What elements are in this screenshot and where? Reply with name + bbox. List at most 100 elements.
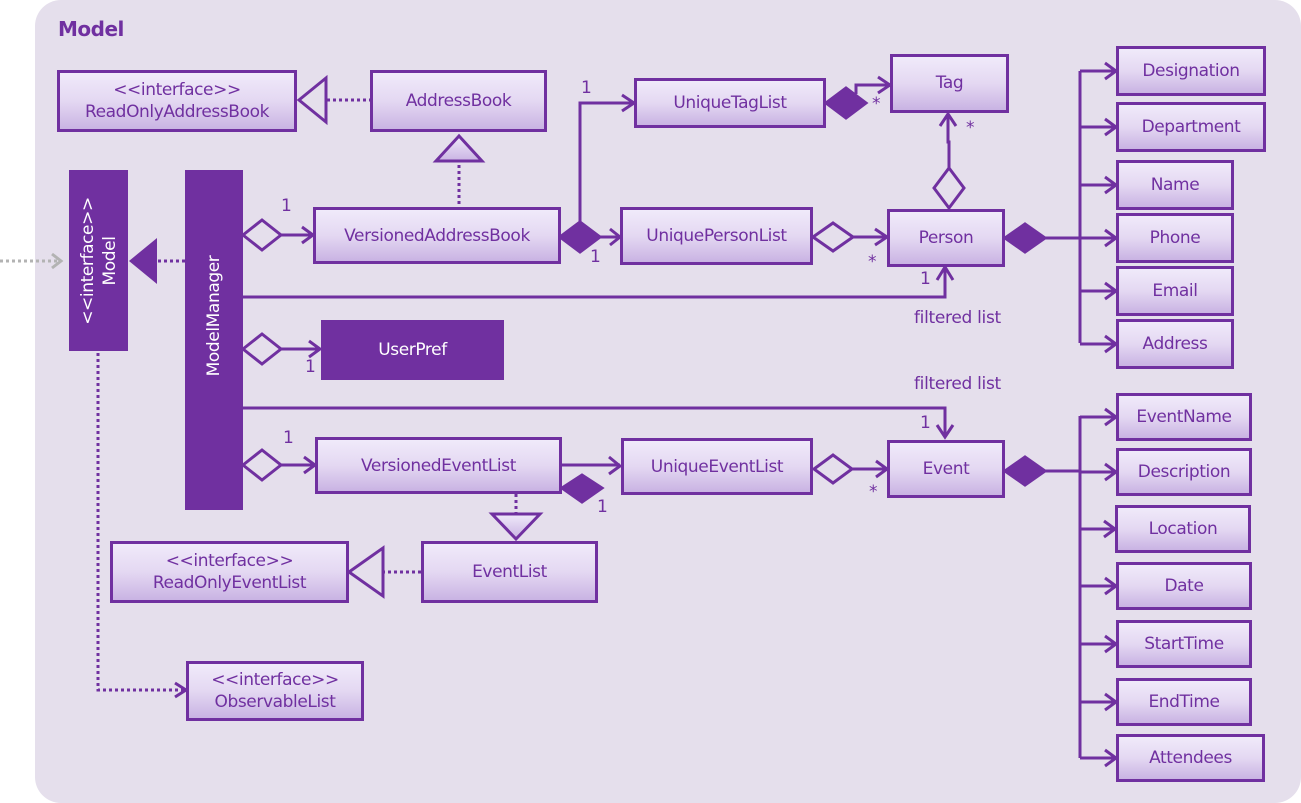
aggregation-diamond-icon bbox=[240, 332, 284, 366]
class-address-book[interactable]: AddressBook bbox=[370, 70, 547, 132]
multiplicity: 1 bbox=[597, 497, 608, 517]
attribute-arrow bbox=[1080, 175, 1119, 195]
realization-triangle-icon bbox=[346, 545, 385, 599]
attribute-arrow bbox=[1080, 634, 1119, 654]
class-name: Event bbox=[922, 459, 970, 479]
multiplicity: 1 bbox=[920, 413, 931, 433]
realization-triangle-icon bbox=[296, 74, 328, 126]
class-description[interactable]: Description bbox=[1116, 448, 1252, 496]
multiplicity: 1 bbox=[283, 428, 294, 448]
multiplicity: 1 bbox=[581, 78, 592, 98]
attribute-arrow bbox=[1080, 462, 1119, 482]
interface-model[interactable]: <<interface>> Model bbox=[69, 170, 128, 351]
aggregation-diamond-icon bbox=[240, 218, 284, 252]
composition-diamond-icon bbox=[1002, 222, 1048, 254]
attribute-arrow bbox=[1080, 519, 1118, 539]
class-location[interactable]: Location bbox=[1115, 505, 1251, 553]
class-name: Phone bbox=[1149, 228, 1201, 248]
class-name: Description bbox=[1137, 462, 1231, 482]
attribute-arrow bbox=[1080, 576, 1119, 596]
class-name: EventList bbox=[472, 562, 547, 582]
stereotype-label: <<interface>> bbox=[211, 670, 339, 690]
attribute-arrow bbox=[1080, 228, 1119, 248]
composition-diamond-icon bbox=[823, 86, 869, 120]
model-realization-triangle-icon bbox=[129, 238, 157, 284]
composition-diamond-icon bbox=[559, 473, 605, 504]
class-starttime[interactable]: StartTime bbox=[1116, 620, 1252, 668]
class-name: Address bbox=[1142, 334, 1208, 354]
stereotype-label: <<interface>> bbox=[165, 551, 294, 571]
class-attendees[interactable]: Attendees bbox=[1116, 734, 1265, 782]
attribute-arrow bbox=[1080, 407, 1119, 427]
attribute-arrow bbox=[1080, 117, 1119, 137]
class-name: Location bbox=[1148, 519, 1218, 539]
multiplicity: 1 bbox=[920, 269, 931, 289]
class-name: UniquePersonList bbox=[646, 226, 787, 246]
class-name[interactable]: Name bbox=[1116, 160, 1234, 210]
multiplicity: * bbox=[869, 482, 878, 502]
class-name: ObservableList bbox=[214, 692, 336, 712]
attribute-arrow bbox=[1080, 748, 1119, 768]
class-name: ReadOnlyEventList bbox=[152, 573, 307, 593]
multiplicity: 1 bbox=[305, 357, 316, 377]
class-event-list[interactable]: EventList bbox=[421, 541, 598, 603]
multiplicity: * bbox=[966, 118, 975, 138]
class-email[interactable]: Email bbox=[1116, 266, 1234, 316]
aggregation-diamond-icon bbox=[811, 453, 855, 485]
aggregation-diamond-icon bbox=[810, 221, 856, 253]
class-name: UniqueEventList bbox=[650, 456, 784, 477]
attribute-arrow bbox=[1080, 61, 1119, 81]
class-phone[interactable]: Phone bbox=[1116, 213, 1234, 263]
multiplicity: 1 bbox=[281, 196, 292, 216]
class-tag[interactable]: Tag bbox=[890, 54, 1009, 113]
class-versioned-event-list[interactable]: VersionedEventList bbox=[315, 437, 562, 494]
class-department[interactable]: Department bbox=[1116, 102, 1266, 152]
attribute-arrow bbox=[1080, 334, 1119, 354]
class-name: AddressBook bbox=[405, 91, 512, 111]
class-name: Attendees bbox=[1149, 748, 1232, 768]
class-designation[interactable]: Designation bbox=[1116, 46, 1266, 96]
association-label-event: filtered list bbox=[914, 374, 1001, 394]
class-read-only-address-book[interactable]: <<interface>> ReadOnlyAddressBook bbox=[57, 70, 297, 132]
class-model-manager[interactable]: ModelManager bbox=[185, 170, 243, 510]
class-name: Designation bbox=[1142, 61, 1240, 81]
aggregation-diamond-icon bbox=[240, 448, 284, 482]
class-unique-event-list[interactable]: UniqueEventList bbox=[621, 438, 813, 495]
class-name: VersionedEventList bbox=[361, 455, 516, 476]
class-endtime[interactable]: EndTime bbox=[1116, 678, 1252, 726]
attribute-arrow bbox=[1080, 692, 1119, 712]
class-name: VersionedAddressBook bbox=[344, 225, 530, 246]
class-name: ModelManager bbox=[204, 255, 224, 377]
class-name: Name bbox=[1150, 175, 1200, 195]
class-versioned-address-book[interactable]: VersionedAddressBook bbox=[313, 207, 561, 264]
class-name: StartTime bbox=[1144, 634, 1224, 654]
class-name: Model bbox=[99, 235, 120, 286]
class-person[interactable]: Person bbox=[887, 209, 1005, 267]
class-name: UniqueTagList bbox=[673, 93, 787, 113]
class-event[interactable]: Event bbox=[887, 440, 1005, 498]
multiplicity: 1 bbox=[590, 247, 601, 267]
class-name: Email bbox=[1152, 281, 1198, 301]
class-name: UserPref bbox=[378, 340, 447, 360]
stereotype-label: <<interface>> bbox=[113, 80, 241, 100]
class-name: EndTime bbox=[1148, 692, 1220, 712]
class-unique-tag-list[interactable]: UniqueTagList bbox=[634, 78, 826, 128]
class-name: EventName bbox=[1136, 407, 1232, 427]
multiplicity: * bbox=[872, 94, 881, 114]
class-date[interactable]: Date bbox=[1116, 562, 1252, 610]
class-address[interactable]: Address bbox=[1116, 319, 1234, 369]
aggregation-diamond-icon bbox=[932, 165, 966, 211]
class-name: Tag bbox=[935, 73, 964, 93]
inheritance-triangle-icon bbox=[488, 512, 544, 542]
class-name: Department bbox=[1141, 117, 1241, 137]
class-user-pref[interactable]: UserPref bbox=[321, 320, 504, 380]
inheritance-triangle-icon bbox=[432, 133, 486, 163]
class-unique-person-list[interactable]: UniquePersonList bbox=[620, 207, 813, 265]
multiplicity: * bbox=[868, 252, 877, 272]
class-name: Date bbox=[1164, 576, 1204, 596]
class-eventname[interactable]: EventName bbox=[1116, 393, 1252, 441]
class-observable-list[interactable]: <<interface>> ObservableList bbox=[186, 661, 364, 721]
stereotype-label: <<interface>> bbox=[77, 196, 98, 325]
class-read-only-event-list[interactable]: <<interface>> ReadOnlyEventList bbox=[110, 541, 349, 603]
class-name: ReadOnlyAddressBook bbox=[84, 102, 270, 122]
